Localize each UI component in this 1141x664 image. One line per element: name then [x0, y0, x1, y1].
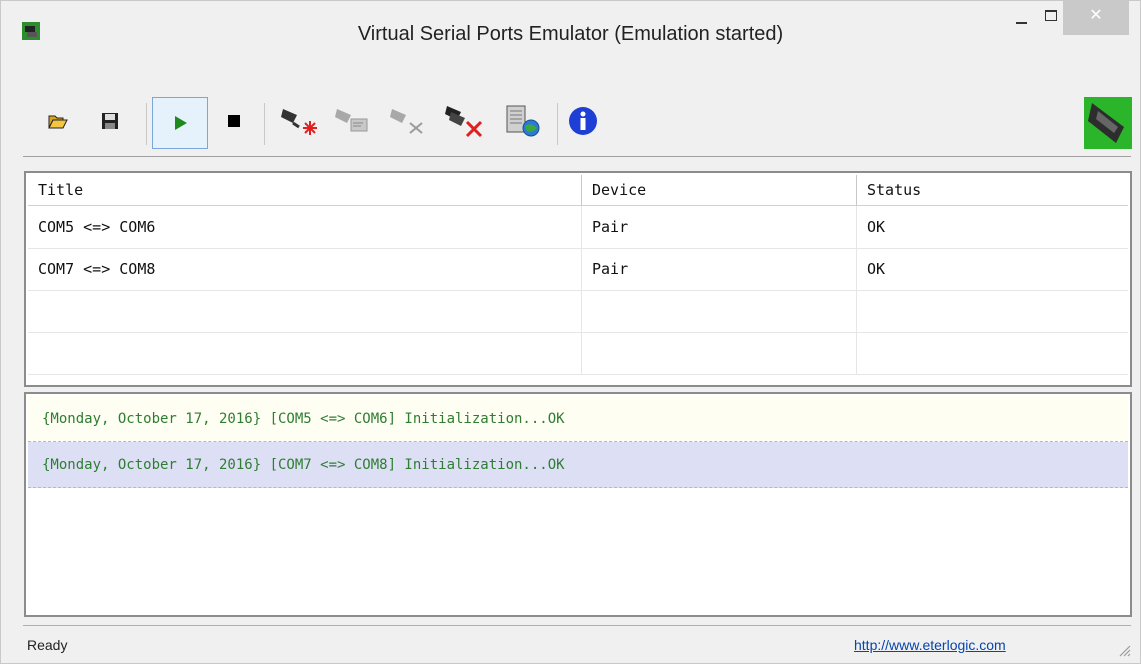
close-button[interactable]: ✕	[1063, 1, 1129, 35]
website-link[interactable]: http://www.eterlogic.com	[854, 637, 1006, 653]
folder-open-icon	[48, 115, 68, 129]
column-header-title[interactable]: Title	[28, 175, 582, 205]
toolbar-separator	[146, 103, 147, 145]
stop-button[interactable]	[217, 103, 251, 139]
about-button[interactable]	[563, 103, 603, 139]
title-bar[interactable]: Virtual Serial Ports Emulator (Emulation…	[1, 1, 1140, 63]
save-button[interactable]	[93, 103, 127, 139]
empty-table-row	[28, 332, 1128, 375]
start-button[interactable]	[152, 97, 208, 149]
delete-device-button[interactable]	[386, 103, 430, 139]
window-title: Virtual Serial Ports Emulator (Emulation…	[357, 23, 784, 45]
play-icon	[175, 116, 187, 130]
delete-all-devices-button[interactable]	[441, 103, 489, 139]
info-icon	[569, 107, 597, 135]
cell-status: OK	[867, 218, 886, 236]
cell-device: Pair	[582, 206, 857, 248]
empty-cell	[857, 290, 1128, 332]
empty-cell	[582, 332, 857, 374]
toolbar-divider	[23, 156, 1131, 157]
serial-port-logo-icon	[1084, 97, 1132, 149]
edit-device-icon	[335, 109, 368, 132]
create-device-button[interactable]	[277, 103, 321, 139]
app-window: Virtual Serial Ports Emulator (Emulation…	[0, 0, 1141, 664]
log-entry: {Monday, October 17, 2016} [COM7 <=> COM…	[28, 442, 1128, 488]
toolbar-separator	[264, 103, 265, 145]
edit-device-button[interactable]	[331, 103, 375, 139]
empty-cell	[28, 332, 582, 374]
ports-table[interactable]: Title Device Status COM5 <=> COM6 Pair O…	[24, 171, 1132, 387]
web-button[interactable]	[501, 103, 545, 139]
empty-table-row	[28, 290, 1128, 333]
close-icon: ✕	[1089, 5, 1103, 24]
new-device-icon	[281, 109, 317, 135]
column-header-device[interactable]: Device	[582, 175, 857, 205]
resize-grip-icon[interactable]	[1115, 641, 1131, 657]
log-panel[interactable]: {Monday, October 17, 2016} [COM5 <=> COM…	[24, 392, 1132, 617]
cell-title: COM5 <=> COM6	[28, 206, 582, 248]
web-device-icon	[506, 105, 540, 137]
stop-icon	[228, 115, 240, 127]
remove-device-icon	[390, 109, 423, 134]
empty-cell	[582, 290, 857, 332]
toolbar	[1, 97, 1140, 157]
floppy-disk-icon	[102, 113, 118, 129]
empty-cell	[28, 290, 582, 332]
cell-status: OK	[867, 260, 886, 278]
empty-cell	[857, 332, 1128, 374]
table-row[interactable]: COM5 <=> COM6 Pair OK	[28, 206, 1128, 249]
column-header-status[interactable]: Status	[857, 175, 1128, 205]
ports-table-header: Title Device Status	[28, 175, 1128, 206]
status-text: Ready	[27, 637, 68, 653]
cell-device: Pair	[582, 248, 857, 290]
log-entry: {Monday, October 17, 2016} [COM5 <=> COM…	[28, 396, 1128, 442]
open-button[interactable]	[41, 103, 75, 139]
statusbar-divider	[23, 625, 1131, 626]
remove-all-devices-icon	[445, 106, 483, 138]
table-row[interactable]: COM7 <=> COM8 Pair OK	[28, 248, 1128, 291]
cell-title: COM7 <=> COM8	[28, 248, 582, 290]
toolbar-separator	[557, 103, 558, 145]
minimize-button[interactable]	[1002, 1, 1042, 35]
